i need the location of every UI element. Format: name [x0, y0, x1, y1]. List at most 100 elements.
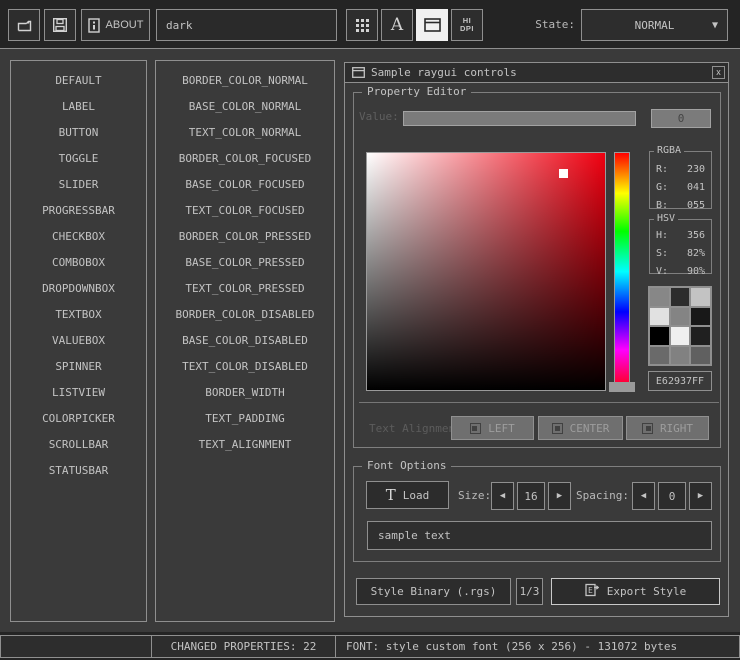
control-list-item[interactable]: DROPDOWNBOX [11, 276, 146, 302]
hidpi-button[interactable]: HI DPI [451, 9, 483, 41]
size-decrease-button[interactable]: ◀ [491, 482, 514, 510]
close-icon[interactable]: x [712, 66, 725, 79]
property-list-item[interactable]: BORDER_COLOR_FOCUSED [156, 146, 334, 172]
property-list-item[interactable]: TEXT_COLOR_FOCUSED [156, 198, 334, 224]
changed-properties-status: CHANGED PROPERTIES: 22 [151, 635, 336, 658]
grid-mode-button[interactable] [346, 9, 378, 41]
font-A-icon: A [391, 15, 403, 35]
sample-controls-window: Sample raygui controls x Property Editor… [344, 62, 729, 617]
size-increase-button[interactable]: ▶ [548, 482, 571, 510]
spacing-value-box[interactable]: 0 [658, 482, 686, 510]
control-list-item[interactable]: VALUEBOX [11, 328, 146, 354]
align-center-icon [552, 423, 563, 434]
color-picker-cursor[interactable] [559, 169, 568, 178]
align-right-icon [642, 423, 653, 434]
property-list-item[interactable]: TEXT_ALIGNMENT [156, 432, 334, 458]
size-value-box[interactable]: 16 [517, 482, 545, 510]
palette-swatch[interactable] [691, 327, 710, 345]
hue-bar-thumb[interactable] [609, 382, 635, 392]
load-font-button[interactable]: T Load [366, 481, 449, 509]
control-list-item[interactable]: LISTVIEW [11, 380, 146, 406]
palette-swatch[interactable] [691, 347, 710, 365]
align-left-icon [470, 423, 481, 434]
state-dropdown[interactable]: NORMAL ▼ [581, 9, 728, 41]
property-list-item[interactable]: BASE_COLOR_DISABLED [156, 328, 334, 354]
palette-swatch[interactable] [671, 308, 690, 326]
rgba-label: RGBA [654, 145, 684, 156]
style-name-input[interactable]: dark [156, 9, 337, 41]
property-list-item[interactable]: BASE_COLOR_FOCUSED [156, 172, 334, 198]
new-file-button[interactable] [8, 9, 40, 41]
property-list-item[interactable]: TEXT_COLOR_DISABLED [156, 354, 334, 380]
align-center-button[interactable]: CENTER [538, 416, 623, 440]
property-list-item[interactable]: TEXT_COLOR_NORMAL [156, 120, 334, 146]
statusbar-empty-cell [0, 635, 152, 658]
control-list-item[interactable]: TOGGLE [11, 146, 146, 172]
palette-swatch[interactable] [650, 288, 669, 306]
palette-swatch[interactable] [691, 288, 710, 306]
palette-swatch[interactable] [671, 288, 690, 306]
control-list-item[interactable]: SCROLLBAR [11, 432, 146, 458]
value-box[interactable]: 0 [651, 109, 711, 128]
property-list-item[interactable]: BASE_COLOR_NORMAL [156, 94, 334, 120]
palette-swatch[interactable] [650, 308, 669, 326]
style-binary-dropdown[interactable]: Style Binary (.rgs) [356, 578, 511, 605]
control-list-item[interactable]: LABEL [11, 94, 146, 120]
style-color-palette [648, 286, 712, 366]
property-list-item[interactable]: TEXT_COLOR_PRESSED [156, 276, 334, 302]
rgba-red-row: R:230 [650, 160, 711, 178]
page-indicator[interactable]: 1/3 [516, 578, 543, 605]
control-list-item[interactable]: SPINNER [11, 354, 146, 380]
rgba-blue-row: B:055 [650, 196, 711, 214]
control-list-item[interactable]: STATUSBAR [11, 458, 146, 484]
state-dropdown-value: NORMAL [635, 19, 675, 32]
control-list-item[interactable]: TEXTBOX [11, 302, 146, 328]
export-style-button[interactable]: E Export Style [551, 578, 720, 605]
palette-swatch[interactable] [671, 347, 690, 365]
hex-color-value[interactable]: E62937FF [648, 371, 712, 391]
color-picker-panel[interactable] [366, 152, 606, 391]
control-list-item[interactable]: DEFAULT [11, 68, 146, 94]
property-list-item[interactable]: BORDER_COLOR_DISABLED [156, 302, 334, 328]
folder-icon [16, 17, 33, 33]
palette-swatch[interactable] [671, 327, 690, 345]
hue-bar[interactable] [614, 152, 630, 391]
right-arrow-icon: ▶ [557, 491, 562, 501]
font-mode-button[interactable]: A [381, 9, 413, 41]
sample-text-input[interactable]: sample text [367, 521, 712, 550]
palette-swatch[interactable] [691, 308, 710, 326]
control-list-item[interactable]: PROGRESSBAR [11, 198, 146, 224]
spacing-label: Spacing: [576, 489, 629, 502]
align-right-button[interactable]: RIGHT [626, 416, 709, 440]
right-arrow-icon: ▶ [698, 491, 703, 501]
property-list-item[interactable]: BORDER_COLOR_PRESSED [156, 224, 334, 250]
property-list-item[interactable]: BORDER_COLOR_NORMAL [156, 68, 334, 94]
property-list-item[interactable]: BORDER_WIDTH [156, 380, 334, 406]
save-button[interactable] [44, 9, 76, 41]
rguistyler-app: ABOUT dark A HI DPI State: NORMAL ▼ [0, 0, 740, 660]
window-title: Sample raygui controls [371, 66, 517, 79]
spacing-increase-button[interactable]: ▶ [689, 482, 712, 510]
rgba-group: RGBA R:230 G:041 B:055 [649, 151, 712, 209]
align-left-button[interactable]: LEFT [451, 416, 534, 440]
property-list-item[interactable]: TEXT_PADDING [156, 406, 334, 432]
info-icon [88, 18, 100, 33]
control-list-item[interactable]: BUTTON [11, 120, 146, 146]
properties-list: BORDER_COLOR_NORMAL BASE_COLOR_NORMAL TE… [155, 60, 335, 622]
window-mode-button[interactable] [416, 9, 448, 41]
grid-icon [355, 18, 370, 33]
palette-swatch[interactable] [650, 327, 669, 345]
window-titlebar[interactable]: Sample raygui controls [345, 63, 728, 83]
control-list-item[interactable]: CHECKBOX [11, 224, 146, 250]
control-list-item[interactable]: COMBOBOX [11, 250, 146, 276]
control-list-item[interactable]: COLORPICKER [11, 406, 146, 432]
control-list-item[interactable]: SLIDER [11, 172, 146, 198]
left-arrow-icon: ◀ [641, 491, 646, 501]
about-label: ABOUT [106, 19, 144, 31]
palette-swatch[interactable] [650, 347, 669, 365]
font-info-status: FONT: style custom font (256 x 256) - 13… [335, 635, 740, 658]
spacing-decrease-button[interactable]: ◀ [632, 482, 655, 510]
value-slider[interactable] [403, 111, 636, 126]
about-button[interactable]: ABOUT [81, 9, 150, 41]
property-list-item[interactable]: BASE_COLOR_PRESSED [156, 250, 334, 276]
